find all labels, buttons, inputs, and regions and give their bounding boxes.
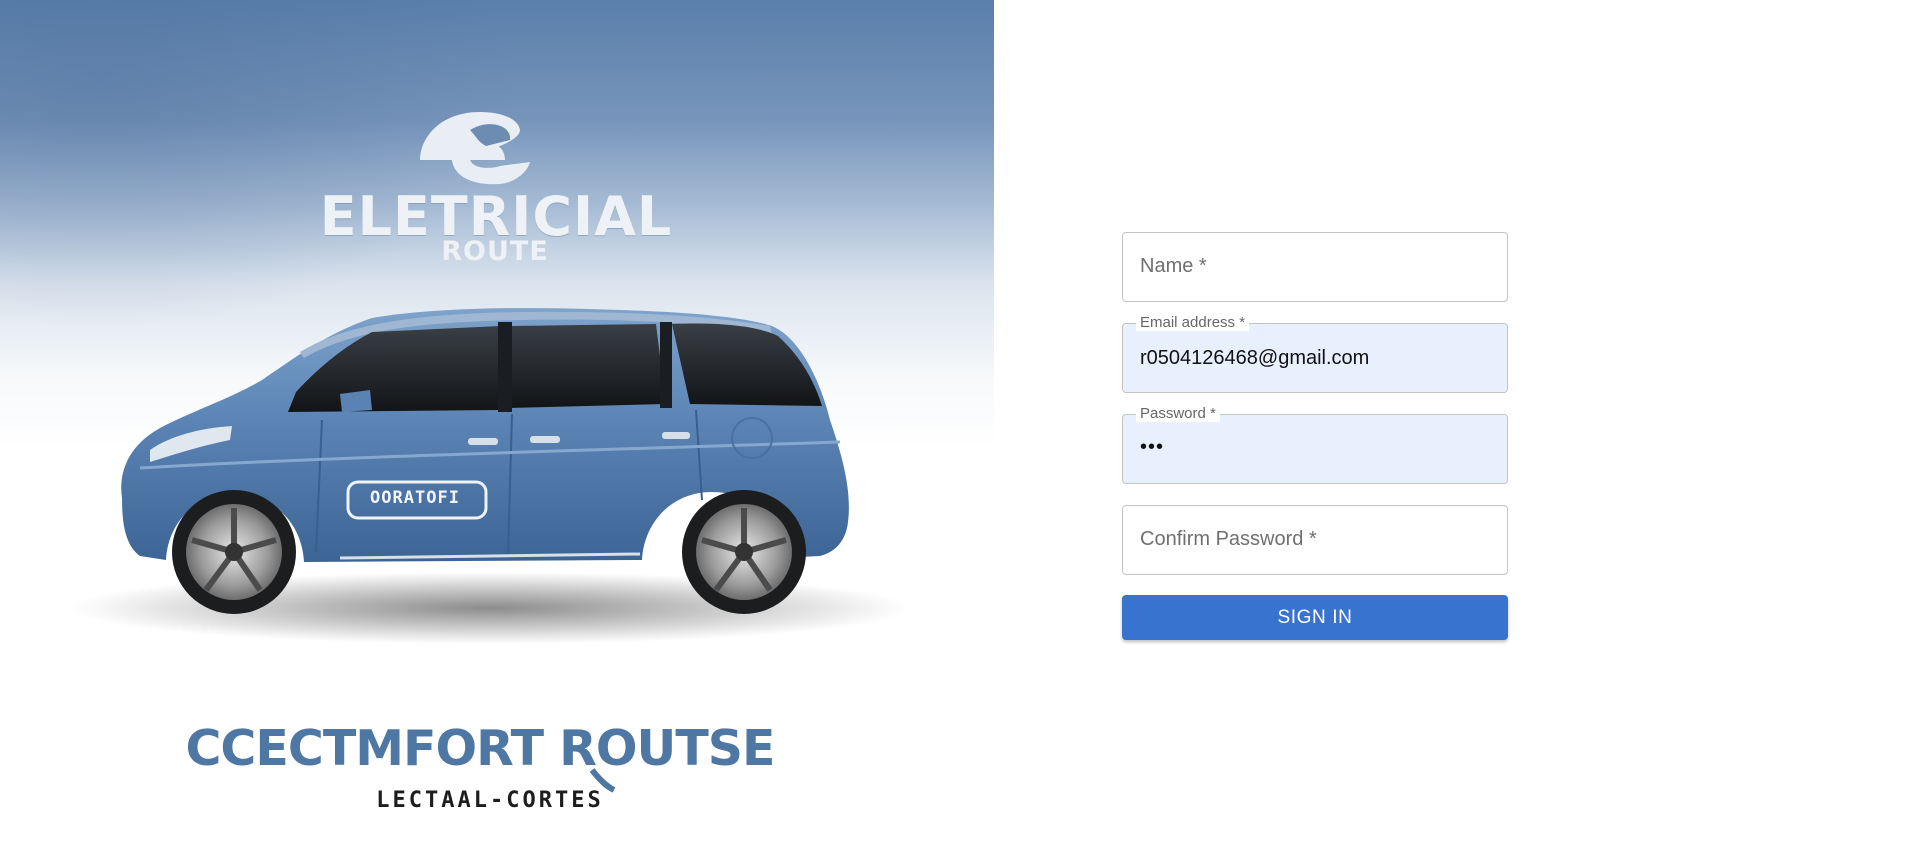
password-input[interactable] <box>1123 415 1507 483</box>
hero-image: ELETRICIAL ROUTE OORATOFI CCECTMFORT ROU… <box>0 0 994 863</box>
name-field[interactable]: Name * <box>1122 232 1508 302</box>
confirm-password-input[interactable] <box>1123 506 1507 574</box>
password-field[interactable]: Password * ••• <box>1122 406 1508 484</box>
rear-wheel-icon <box>682 490 806 614</box>
hero-footer-subtitle: LECTAAL-CORTES <box>376 788 604 813</box>
email-input[interactable] <box>1123 324 1507 392</box>
sign-in-button[interactable]: SIGN IN <box>1122 595 1508 640</box>
brand-logo-icon <box>420 112 530 185</box>
door-badge-text: OORATOFI <box>370 488 460 508</box>
confirm-password-field[interactable]: Confirm Password * <box>1122 505 1508 575</box>
hero-footer-title: CCECTMFORT ROUTSE <box>185 720 775 777</box>
signup-form: Name * Email address * r0504126468@gmail… <box>1122 232 1508 640</box>
name-input[interactable] <box>1123 233 1507 301</box>
front-wheel-icon <box>172 490 296 614</box>
email-field[interactable]: Email address * r0504126468@gmail.com <box>1122 315 1508 393</box>
brand-subtitle: ROUTE <box>441 236 549 267</box>
